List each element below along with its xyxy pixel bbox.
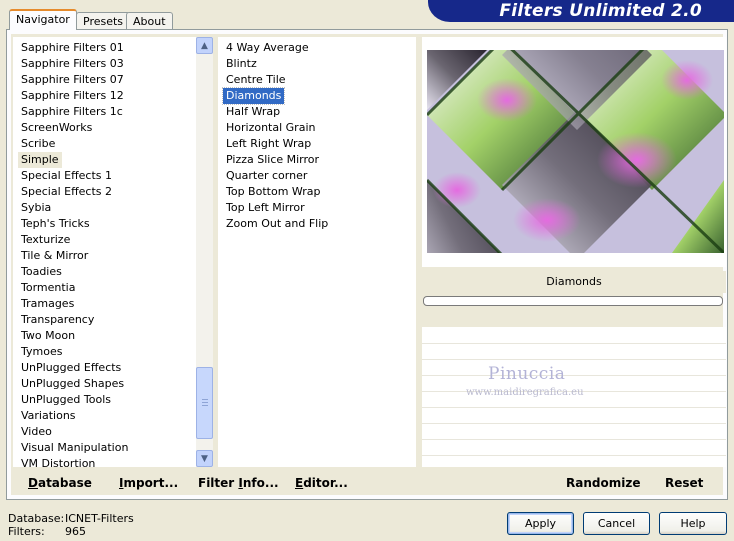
scroll-up-button[interactable]: ▲	[196, 37, 213, 54]
filter-item[interactable]: Centre Tile	[223, 72, 289, 88]
category-item[interactable]: Scribe	[18, 136, 58, 152]
category-item[interactable]: Tramages	[18, 296, 77, 312]
category-item[interactable]: Tormentia	[18, 280, 78, 296]
app-title: Filters Unlimited 2.0	[499, 1, 702, 21]
chevron-down-icon: ▼	[201, 453, 208, 464]
database-button[interactable]: Database	[28, 476, 92, 490]
filter-item[interactable]: Half Wrap	[223, 104, 283, 120]
category-item[interactable]: Sapphire Filters 1c	[18, 104, 126, 120]
filter-item[interactable]: Top Left Mirror	[223, 200, 308, 216]
filter-item[interactable]: Zoom Out and Flip	[223, 216, 331, 232]
category-item[interactable]: VM Distortion	[18, 456, 98, 472]
filter-item[interactable]: Horizontal Grain	[223, 120, 318, 136]
filter-info-button[interactable]: Filter Info...	[198, 476, 279, 490]
category-item[interactable]: Special Effects 1	[18, 168, 115, 184]
database-label: Database:	[8, 512, 65, 525]
filters-count-label: Filters:	[8, 525, 45, 538]
filter-item[interactable]: Quarter corner	[223, 168, 310, 184]
watermark-url: www.maidiregrafica.eu	[466, 387, 584, 398]
category-item[interactable]: Visual Manipulation	[18, 440, 131, 456]
navigator-area: Sapphire Filters 01 Sapphire Filters 03 Sa…	[11, 34, 726, 495]
watermark-name: Pinuccia	[488, 364, 566, 384]
category-scrollbar[interactable]: ▲ ▼	[196, 37, 213, 467]
category-item[interactable]: UnPlugged Tools	[18, 392, 114, 408]
filter-item[interactable]: Blintz	[223, 56, 260, 72]
navigator-frame: Sapphire Filters 01 Sapphire Filters 03 Sa…	[6, 29, 728, 500]
category-item[interactable]: Texturize	[18, 232, 73, 248]
reset-button[interactable]: Reset	[665, 476, 703, 490]
category-item[interactable]: Toadies	[18, 264, 65, 280]
scroll-down-button[interactable]: ▼	[196, 450, 213, 467]
tab-presets[interactable]: Presets	[76, 12, 131, 29]
category-item[interactable]: Special Effects 2	[18, 184, 115, 200]
category-list[interactable]: Sapphire Filters 01 Sapphire Filters 03 Sa…	[13, 37, 213, 470]
category-item[interactable]: Tile & Mirror	[18, 248, 91, 264]
help-button[interactable]: Help	[659, 512, 727, 535]
import-button[interactable]: Import...	[119, 476, 178, 490]
category-item[interactable]: Sapphire Filters 01	[18, 40, 127, 56]
category-item[interactable]: Sapphire Filters 12	[18, 88, 127, 104]
filter-item[interactable]: Diamonds	[221, 87, 286, 105]
category-item[interactable]: Sapphire Filters 03	[18, 56, 127, 72]
database-value: ICNET-Filters	[65, 512, 134, 525]
category-item[interactable]: Two Moon	[18, 328, 78, 344]
preview-filter-name: Diamonds	[546, 275, 602, 288]
filter-item[interactable]: Top Bottom Wrap	[223, 184, 324, 200]
filters-count-value: 965	[65, 525, 86, 538]
filter-name-strip: Diamonds	[422, 271, 726, 293]
editor-button[interactable]: Editor...	[295, 476, 348, 490]
scroll-thumb[interactable]	[196, 367, 213, 439]
filter-item[interactable]: Left Right Wrap	[223, 136, 314, 152]
category-item[interactable]: ScreenWorks	[18, 120, 95, 136]
diamonds-preview-graphic	[427, 50, 724, 253]
filter-list[interactable]: 4 Way Average Blintz Centre Tile Diamonds Ha…	[218, 37, 416, 467]
preview-image	[427, 50, 724, 253]
cancel-button[interactable]: Cancel	[583, 512, 650, 535]
randomize-button[interactable]: Randomize	[566, 476, 640, 490]
title-banner: Filters Unlimited 2.0	[428, 0, 734, 22]
tab-navigator[interactable]: Navigator	[9, 9, 77, 30]
category-item[interactable]: Video	[18, 424, 55, 440]
tab-about[interactable]: About	[126, 12, 173, 29]
filter-item[interactable]: Pizza Slice Mirror	[223, 152, 322, 168]
category-item[interactable]: Sybia	[18, 200, 54, 216]
category-item[interactable]: Sapphire Filters 07	[18, 72, 127, 88]
category-item[interactable]: UnPlugged Shapes	[18, 376, 127, 392]
filter-item[interactable]: 4 Way Average	[223, 40, 312, 56]
category-item[interactable]: Simple	[18, 152, 62, 168]
category-item[interactable]: Tymoes	[18, 344, 65, 360]
progress-bar	[423, 296, 723, 306]
chevron-up-icon: ▲	[201, 40, 208, 51]
category-item[interactable]: Teph's Tricks	[18, 216, 93, 232]
category-item[interactable]: Transparency	[18, 312, 97, 328]
category-item[interactable]: UnPlugged Effects	[18, 360, 124, 376]
apply-button[interactable]: Apply	[507, 512, 574, 535]
category-item[interactable]: Variations	[18, 408, 79, 424]
